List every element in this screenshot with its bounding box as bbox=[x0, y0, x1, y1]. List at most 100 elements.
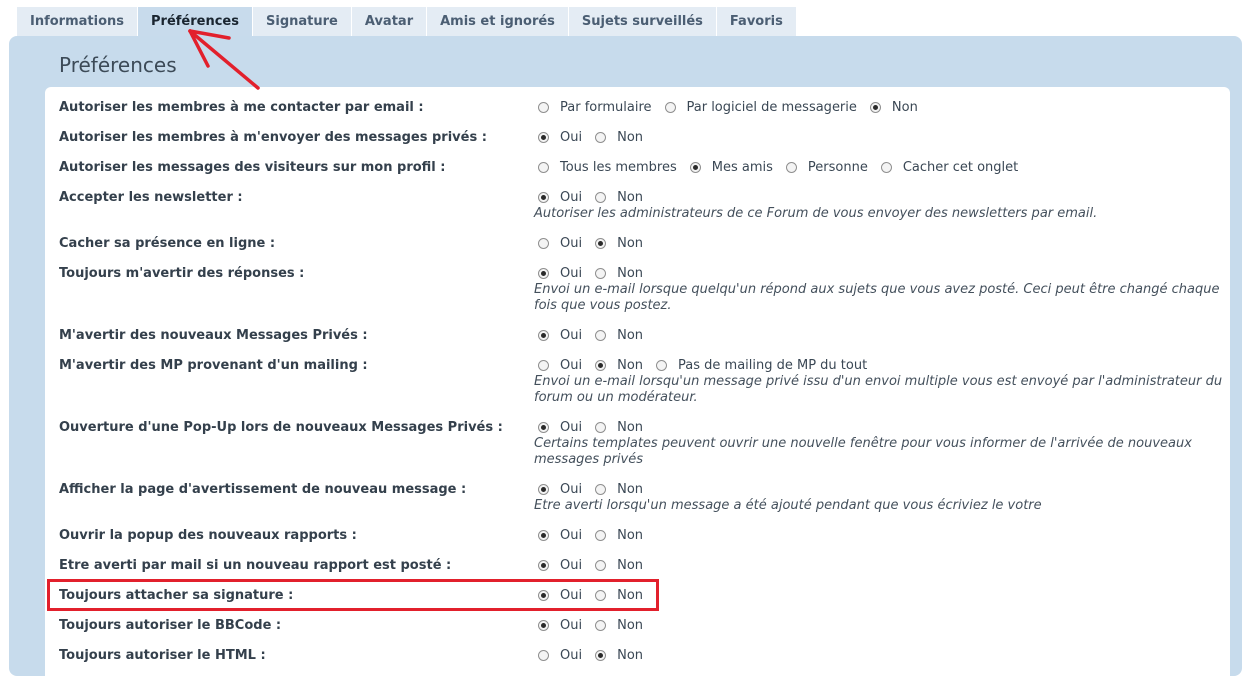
tab-informations[interactable]: Informations bbox=[17, 7, 139, 37]
radio-button[interactable] bbox=[538, 238, 549, 249]
radio-option[interactable]: Non bbox=[595, 328, 643, 343]
tab-preferences[interactable]: Préférences bbox=[138, 7, 253, 37]
radio-option-label[interactable]: Oui bbox=[560, 236, 582, 251]
tab-amis-et-ignores[interactable]: Amis et ignorés bbox=[427, 7, 569, 37]
radio-option[interactable]: Non bbox=[595, 266, 643, 281]
radio-button[interactable] bbox=[538, 360, 549, 371]
radio-option-label[interactable]: Non bbox=[617, 618, 643, 633]
radio-option[interactable]: Pas de mailing de MP du tout bbox=[656, 358, 867, 373]
radio-button[interactable] bbox=[538, 484, 549, 495]
radio-option[interactable]: Oui bbox=[538, 190, 582, 205]
radio-option-label[interactable]: Non bbox=[617, 328, 643, 343]
radio-option[interactable]: Oui bbox=[538, 618, 582, 633]
radio-button[interactable] bbox=[689, 162, 701, 173]
radio-option-label[interactable]: Personne bbox=[808, 160, 868, 175]
radio-option-label[interactable]: Tous les membres bbox=[560, 160, 677, 175]
radio-button[interactable] bbox=[538, 422, 549, 433]
radio-option-label[interactable]: Oui bbox=[560, 558, 582, 573]
radio-option-label[interactable]: Non bbox=[617, 482, 643, 497]
radio-option[interactable]: Oui bbox=[538, 558, 582, 573]
radio-option-label[interactable]: Cacher cet onglet bbox=[903, 160, 1018, 175]
radio-button[interactable] bbox=[538, 330, 549, 341]
radio-button[interactable] bbox=[664, 102, 676, 113]
tab-signature[interactable]: Signature bbox=[253, 7, 352, 37]
radio-option[interactable]: Oui bbox=[538, 648, 582, 663]
radio-button[interactable] bbox=[538, 268, 549, 279]
radio-option[interactable]: Non bbox=[595, 130, 643, 145]
radio-option-label[interactable]: Oui bbox=[560, 618, 582, 633]
radio-button[interactable] bbox=[595, 484, 607, 495]
radio-option[interactable]: Non bbox=[595, 558, 643, 573]
radio-button[interactable] bbox=[538, 560, 549, 571]
radio-option[interactable]: Oui bbox=[538, 358, 582, 373]
radio-button[interactable] bbox=[538, 132, 549, 143]
radio-option[interactable]: Cacher cet onglet bbox=[880, 160, 1018, 175]
radio-button[interactable] bbox=[869, 102, 881, 113]
radio-option-label[interactable]: Non bbox=[617, 266, 643, 281]
tab-sujets-surveilles[interactable]: Sujets surveillés bbox=[568, 7, 717, 37]
radio-button[interactable] bbox=[595, 268, 607, 279]
radio-option-label[interactable]: Non bbox=[617, 528, 643, 543]
radio-button[interactable] bbox=[538, 102, 549, 113]
radio-option-label[interactable]: Par formulaire bbox=[560, 100, 652, 115]
radio-option[interactable]: Non bbox=[595, 648, 643, 663]
radio-button[interactable] bbox=[595, 560, 607, 571]
radio-option[interactable]: Oui bbox=[538, 130, 582, 145]
radio-option-label[interactable]: Non bbox=[617, 236, 643, 251]
radio-button[interactable] bbox=[538, 620, 549, 631]
radio-button[interactable] bbox=[595, 330, 607, 341]
radio-option-label[interactable]: Non bbox=[617, 558, 643, 573]
radio-button[interactable] bbox=[595, 238, 607, 249]
radio-button[interactable] bbox=[785, 162, 797, 173]
radio-button[interactable] bbox=[880, 162, 892, 173]
radio-option-label[interactable]: Non bbox=[617, 358, 643, 373]
radio-option[interactable]: Oui bbox=[538, 236, 582, 251]
radio-option-label[interactable]: Mes amis bbox=[712, 160, 773, 175]
radio-option-label[interactable]: Par logiciel de messagerie bbox=[687, 100, 857, 115]
radio-option-label[interactable]: Non bbox=[617, 648, 643, 663]
radio-option[interactable]: Personne bbox=[785, 160, 868, 175]
radio-option[interactable]: Par formulaire bbox=[538, 100, 652, 115]
radio-option[interactable]: Non bbox=[869, 100, 918, 115]
radio-option[interactable]: Non bbox=[595, 618, 643, 633]
radio-option-label[interactable]: Non bbox=[892, 100, 918, 115]
radio-option-label[interactable]: Pas de mailing de MP du tout bbox=[678, 358, 867, 373]
radio-option-label[interactable]: Oui bbox=[560, 358, 582, 373]
radio-button[interactable] bbox=[595, 360, 607, 371]
radio-option[interactable]: Par logiciel de messagerie bbox=[664, 100, 857, 115]
radio-button[interactable] bbox=[595, 530, 607, 541]
radio-button[interactable] bbox=[595, 620, 607, 631]
radio-button[interactable] bbox=[538, 192, 549, 203]
radio-option[interactable]: Mes amis bbox=[689, 160, 773, 175]
radio-option[interactable]: Non bbox=[595, 190, 643, 205]
radio-option[interactable]: Non bbox=[595, 420, 643, 435]
radio-button[interactable] bbox=[595, 650, 607, 661]
radio-option[interactable]: Non bbox=[595, 236, 643, 251]
radio-button[interactable] bbox=[538, 530, 549, 541]
radio-button[interactable] bbox=[538, 162, 549, 173]
radio-button[interactable] bbox=[595, 422, 607, 433]
radio-option-label[interactable]: Oui bbox=[560, 266, 582, 281]
radio-option-label[interactable]: Oui bbox=[560, 130, 582, 145]
radio-option-label[interactable]: Non bbox=[617, 420, 643, 435]
radio-option[interactable]: Oui bbox=[538, 328, 582, 343]
radio-option-label[interactable]: Oui bbox=[560, 528, 582, 543]
radio-option-label[interactable]: Non bbox=[617, 190, 643, 205]
radio-option-label[interactable]: Non bbox=[617, 130, 643, 145]
radio-option[interactable]: Tous les membres bbox=[538, 160, 677, 175]
radio-option[interactable]: Oui bbox=[538, 528, 582, 543]
radio-option[interactable]: Non bbox=[595, 358, 643, 373]
radio-option-label[interactable]: Oui bbox=[560, 328, 582, 343]
radio-button[interactable] bbox=[538, 650, 549, 661]
radio-option[interactable]: Oui bbox=[538, 266, 582, 281]
radio-button[interactable] bbox=[595, 192, 607, 203]
radio-option[interactable]: Non bbox=[595, 528, 643, 543]
radio-option-label[interactable]: Oui bbox=[560, 648, 582, 663]
radio-button[interactable] bbox=[656, 360, 668, 371]
radio-option[interactable]: Oui bbox=[538, 420, 582, 435]
radio-option-label[interactable]: Oui bbox=[560, 420, 582, 435]
tab-avatar[interactable]: Avatar bbox=[351, 7, 428, 37]
radio-option-label[interactable]: Oui bbox=[560, 482, 582, 497]
tab-favoris[interactable]: Favoris bbox=[716, 7, 797, 37]
radio-button[interactable] bbox=[595, 132, 607, 143]
